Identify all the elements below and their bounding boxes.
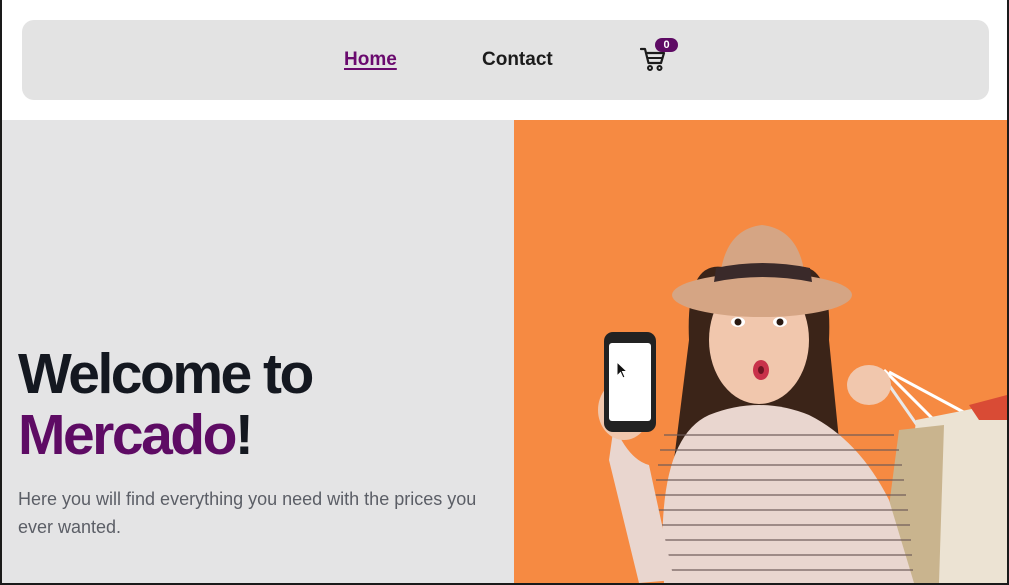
hero-title: Welcome to Mercado! [18, 342, 314, 467]
nav-link-contact[interactable]: Contact [482, 48, 553, 72]
nav-link-home[interactable]: Home [344, 48, 397, 72]
hero-image [514, 120, 1007, 583]
hero-title-suffix: ! [234, 403, 254, 467]
hero-title-line1: Welcome to [18, 342, 314, 406]
cart-button[interactable]: 0 [638, 38, 678, 76]
hero-subtitle: Here you will find everything you need w… [18, 489, 477, 537]
shopper-illustration [598, 225, 1007, 583]
cart-count-badge: 0 [655, 38, 678, 52]
brand-name: Mercado [18, 403, 237, 467]
